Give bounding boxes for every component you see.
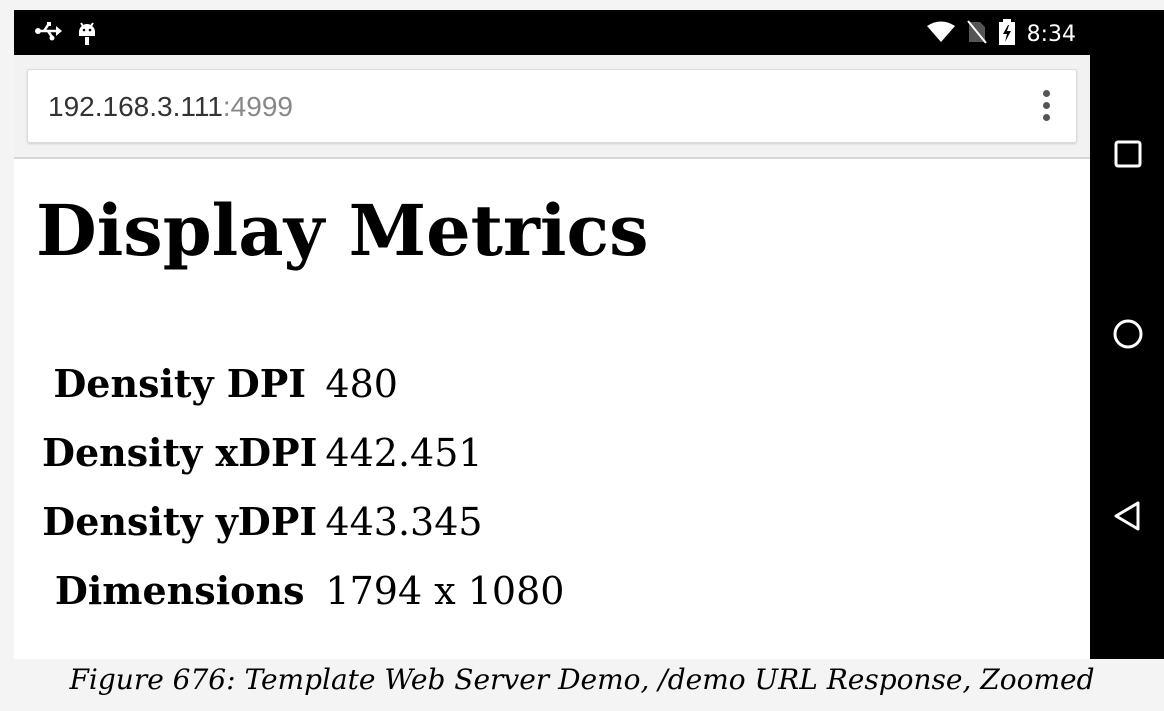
back-icon[interactable] (1112, 500, 1144, 532)
metric-value: 442.451 (325, 430, 483, 475)
table-row: Dimensions 1794 x 1080 (38, 556, 568, 625)
url-bar[interactable]: 192.168.3.111:4999 (27, 69, 1077, 143)
usb-icon (34, 20, 62, 51)
recents-icon[interactable] (1112, 138, 1144, 170)
status-bar: 8:34 (14, 10, 1090, 55)
android-debug-icon (76, 20, 98, 51)
url-port: :4999 (222, 91, 293, 122)
wifi-icon (926, 21, 955, 48)
metric-value: 1794 x 1080 (325, 568, 565, 613)
metric-value: 480 (325, 361, 398, 406)
overflow-menu-icon[interactable] (1040, 90, 1052, 124)
table-row: Density DPI 480 (38, 349, 568, 418)
metric-value: 443.345 (325, 499, 483, 544)
browser-screen: 192.168.3.111:4999 Display Metrics Densi… (14, 55, 1090, 659)
no-sim-icon (966, 20, 987, 49)
metric-label: Density DPI (53, 361, 307, 406)
page-content: Display Metrics Density DPI 480 Density … (14, 159, 1090, 659)
metric-label: Dimensions (54, 568, 305, 613)
metric-label: Density xDPI (42, 430, 318, 475)
home-icon[interactable] (1112, 318, 1144, 350)
device-frame: 8:34 192.168.3.111:4999 Display Metrics … (14, 10, 1164, 659)
url-text[interactable]: 192.168.3.111:4999 (48, 91, 293, 123)
page-title: Display Metrics (36, 189, 649, 272)
status-clock: 8:34 (1026, 22, 1076, 47)
figure-caption: Figure 676: Template Web Server Demo, /d… (69, 663, 1095, 696)
table-row: Density xDPI 442.451 (38, 418, 568, 487)
url-host: 192.168.3.111 (48, 91, 223, 122)
battery-charging-icon (998, 19, 1015, 50)
metrics-table: Density DPI 480 Density xDPI 442.451 Den… (38, 349, 568, 625)
table-row: Density yDPI 443.345 (38, 487, 568, 556)
metric-label: Density yDPI (42, 499, 318, 544)
browser-toolbar: 192.168.3.111:4999 (14, 55, 1090, 159)
navigation-bar (1090, 10, 1164, 659)
status-system-icons: 8:34 (926, 19, 1076, 50)
status-notifications (34, 20, 98, 51)
